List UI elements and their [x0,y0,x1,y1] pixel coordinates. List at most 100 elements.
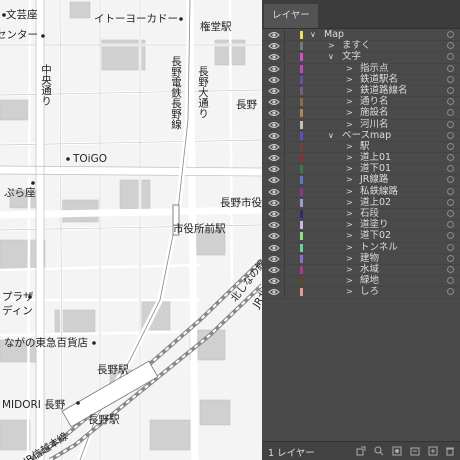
chevron-right-icon[interactable]: > [346,107,353,118]
visibility-eye-icon[interactable] [268,266,280,274]
layer-name[interactable]: 道塗り [360,219,389,230]
layer-name[interactable]: 建物 [360,253,379,264]
lock-column[interactable] [284,30,285,40]
visibility-eye-icon[interactable] [268,154,280,162]
chevron-right-icon[interactable]: > [346,174,353,185]
trash-icon[interactable] [445,446,455,456]
lock-column[interactable] [284,130,285,141]
lock-column[interactable] [284,63,285,74]
lock-column[interactable] [284,175,285,186]
visibility-eye-icon[interactable] [268,221,280,229]
chevron-right-icon[interactable]: > [346,85,353,96]
chevron-right-icon[interactable]: > [346,253,353,264]
search-icon[interactable] [374,446,384,456]
target-circle-icon[interactable] [447,31,454,38]
visibility-eye-icon[interactable] [268,121,280,129]
chevron-right-icon[interactable]: > [346,186,353,197]
chevron-right-icon[interactable]: > [346,152,353,163]
lock-column[interactable] [284,197,285,208]
layer-name[interactable]: 私鉄線路 [360,186,398,197]
visibility-eye-icon[interactable] [268,65,280,73]
lock-column[interactable] [284,264,285,275]
target-circle-icon[interactable] [447,187,454,195]
target-circle-icon[interactable] [447,142,454,150]
chevron-right-icon[interactable]: > [328,40,335,51]
target-circle-icon[interactable] [447,243,454,251]
visibility-eye-icon[interactable] [268,76,280,84]
target-circle-icon[interactable] [447,154,454,162]
chevron-down-icon[interactable]: ∨ [328,51,334,62]
lock-column[interactable] [284,74,285,85]
tab-layers[interactable]: レイヤー [264,4,318,28]
target-circle-icon[interactable] [447,75,454,83]
chevron-right-icon[interactable]: > [346,230,353,241]
lock-column[interactable] [284,119,285,130]
layer-name[interactable]: ますく [342,40,371,51]
layer-name[interactable]: 指示点 [360,63,389,74]
layer-name[interactable]: ベースmap [342,130,391,141]
chevron-down-icon[interactable]: ∨ [328,130,334,141]
visibility-eye-icon[interactable] [268,31,280,39]
layer-name[interactable]: 河川名 [360,119,389,130]
chevron-right-icon[interactable]: > [346,163,353,174]
layer-row[interactable]: > しろ [262,286,460,299]
new-sublayer-icon[interactable] [410,446,420,456]
layer-name[interactable]: 石段 [360,208,379,219]
lock-column[interactable] [284,242,285,253]
lock-column[interactable] [284,276,285,287]
chevron-right-icon[interactable]: > [346,275,353,286]
visibility-eye-icon[interactable] [268,244,280,252]
chevron-right-icon[interactable]: > [346,119,353,130]
lock-column[interactable] [284,141,285,152]
lock-column[interactable] [284,209,285,219]
chevron-right-icon[interactable]: > [346,74,353,85]
target-circle-icon[interactable] [447,288,454,296]
chevron-down-icon[interactable]: ∨ [310,29,316,40]
target-circle-icon[interactable] [447,232,454,240]
visibility-eye-icon[interactable] [268,132,280,140]
target-circle-icon[interactable] [447,176,454,184]
visibility-eye-icon[interactable] [268,288,280,296]
lock-column[interactable] [284,85,285,96]
layer-name[interactable]: 施設名 [360,107,389,118]
target-circle-icon[interactable] [447,120,454,128]
visibility-eye-icon[interactable] [268,176,280,184]
visibility-eye-icon[interactable] [268,53,280,61]
chevron-right-icon[interactable]: > [346,141,353,152]
layer-name[interactable]: 道下01 [360,163,391,174]
lock-column[interactable] [284,186,285,197]
map-canvas[interactable]: 文芸座 センター イトーヨーカドー 権堂駅 中央通り 長野電鉄長野線 長野大通り… [0,0,262,460]
lock-column[interactable] [284,253,285,264]
target-circle-icon[interactable] [447,98,454,106]
visibility-eye-icon[interactable] [268,188,280,196]
target-circle-icon[interactable] [447,109,454,117]
layer-name[interactable]: しろ [360,286,379,297]
chevron-right-icon[interactable]: > [346,219,353,230]
layer-name[interactable]: 通り名 [360,96,389,107]
export-icon[interactable] [356,446,366,456]
visibility-eye-icon[interactable] [268,277,280,285]
target-circle-icon[interactable] [447,221,454,229]
lock-column[interactable] [284,108,285,119]
layer-name[interactable]: Map [324,29,344,40]
visibility-eye-icon[interactable] [268,210,280,218]
layer-name[interactable]: 鉄道路線名 [360,85,408,96]
layer-name[interactable]: 鉄道駅名 [360,74,398,85]
chevron-right-icon[interactable]: > [346,242,353,253]
target-circle-icon[interactable] [447,254,454,262]
target-circle-icon[interactable] [447,198,454,206]
target-circle-icon[interactable] [447,42,454,50]
target-circle-icon[interactable] [447,210,454,217]
new-layer-icon[interactable] [428,446,438,456]
visibility-eye-icon[interactable] [268,87,280,95]
chevron-right-icon[interactable]: > [346,63,353,74]
chevron-right-icon[interactable]: > [346,96,353,107]
target-circle-icon[interactable] [447,64,454,72]
layer-name[interactable]: 水域 [360,264,379,275]
clip-mask-icon[interactable] [392,446,402,456]
target-circle-icon[interactable] [447,165,454,173]
layer-name[interactable]: 道上02 [360,197,391,208]
layer-name[interactable]: 文字 [342,51,361,62]
visibility-eye-icon[interactable] [268,255,280,263]
visibility-eye-icon[interactable] [268,232,280,240]
